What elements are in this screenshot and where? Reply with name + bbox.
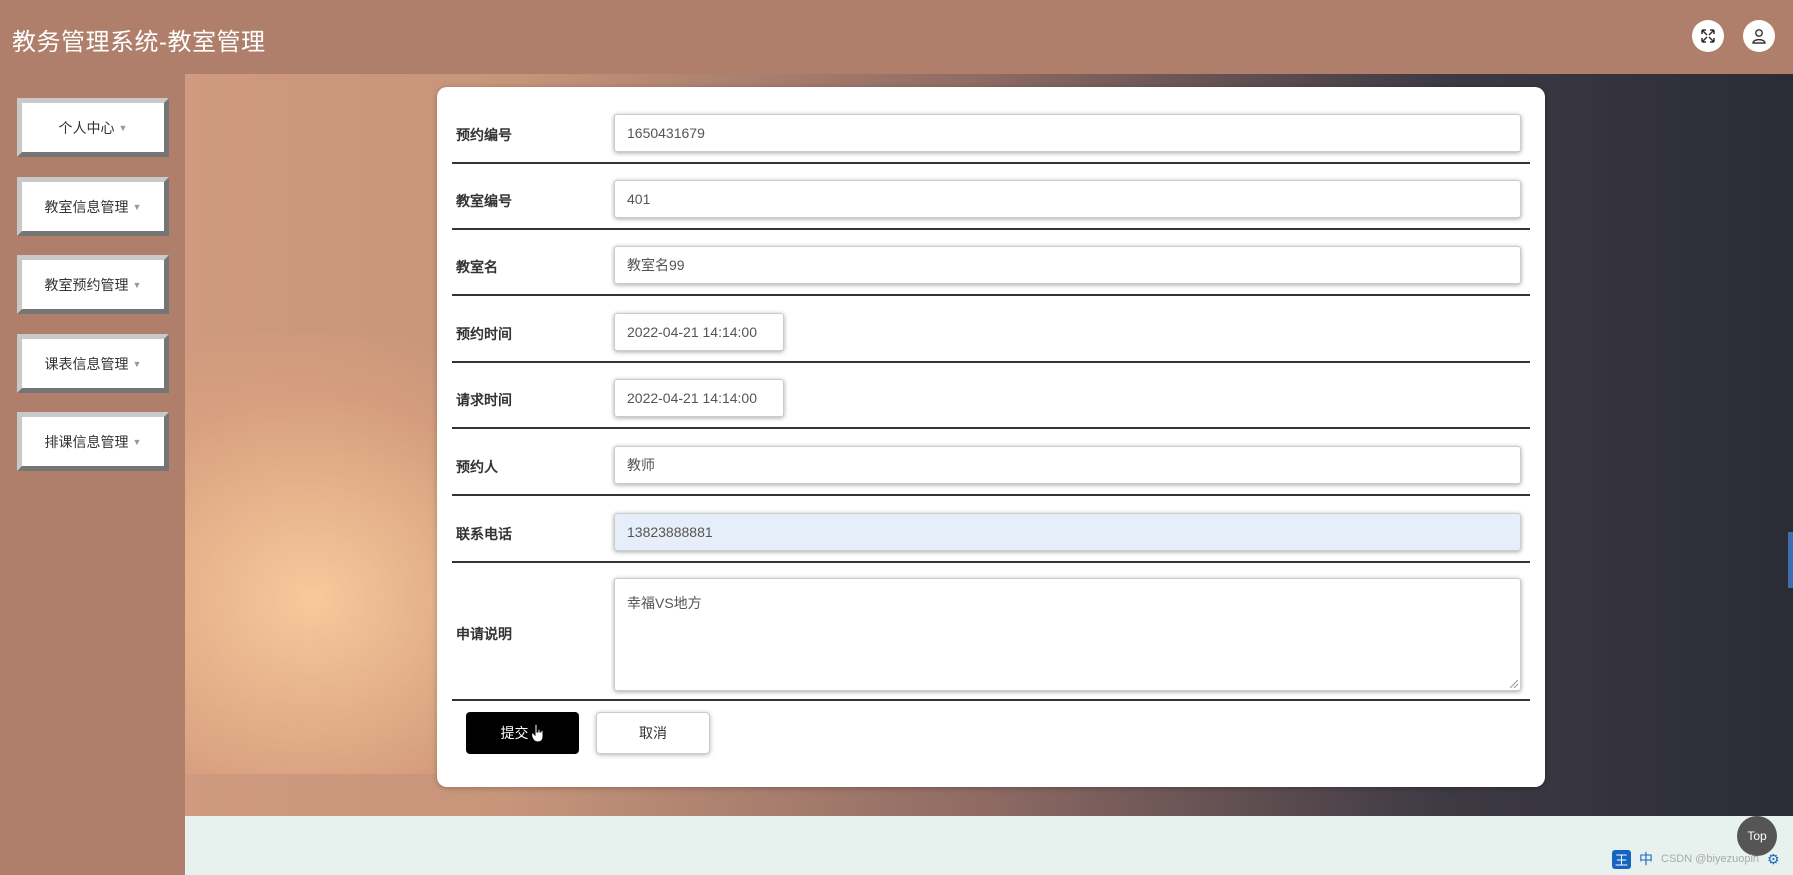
- field-label: 预约时间: [456, 326, 512, 342]
- sidebar-item-personal-center[interactable]: 个人中心 ▼: [17, 98, 169, 157]
- description-textarea[interactable]: 幸福VS地方: [614, 578, 1521, 691]
- form-row-request-time: 请求时间 2022-04-21 14:14:00: [452, 363, 1530, 429]
- form-row-description: 申请说明 幸福VS地方: [452, 563, 1530, 701]
- header-bar: 教务管理系统-教室管理: [0, 0, 1793, 74]
- field-label: 教室名: [456, 259, 498, 275]
- booking-time-input[interactable]: 2022-04-21 14:14:00: [614, 313, 784, 351]
- caret-down-icon: ▼: [132, 358, 142, 369]
- system-tray: 王 中 CSDN @biyezuopin ⚙: [1612, 848, 1780, 870]
- watermark-text: CSDN @biyezuopin: [1661, 853, 1760, 865]
- description-text: 幸福VS地方: [627, 595, 702, 611]
- booking-no-input[interactable]: 1650431679: [614, 114, 1521, 152]
- sidebar-item-timetable-info[interactable]: 课表信息管理 ▼: [17, 334, 169, 393]
- booker-input[interactable]: 教师: [614, 446, 1521, 484]
- form-row-booker: 预约人 教师: [452, 429, 1530, 496]
- app-title: 教务管理系统-教室管理: [12, 29, 266, 56]
- sidebar-item-label: 课表信息管理: [44, 355, 129, 372]
- cancel-button[interactable]: 取消: [596, 712, 710, 754]
- sidebar-item-scheduling-info[interactable]: 排课信息管理 ▼: [17, 412, 169, 471]
- user-menu-button[interactable]: [1743, 20, 1775, 52]
- ime-logo-icon[interactable]: 王: [1612, 849, 1632, 869]
- classroom-name-input[interactable]: 教室名99: [614, 246, 1521, 284]
- caret-down-icon: ▼: [132, 201, 142, 212]
- footer-strip: [185, 816, 1793, 875]
- field-label: 预约编号: [456, 127, 512, 143]
- form-row-phone: 联系电话 13823888881: [452, 496, 1530, 563]
- resize-handle-icon[interactable]: [1510, 680, 1518, 688]
- fullscreen-button[interactable]: [1692, 20, 1724, 52]
- submit-label: 提交: [500, 725, 529, 741]
- field-label: 请求时间: [456, 392, 512, 408]
- caret-down-icon: ▼: [118, 122, 128, 133]
- settings-icon[interactable]: ⚙: [1767, 851, 1780, 868]
- form-row-booking-time: 预约时间 2022-04-21 14:14:00: [452, 296, 1530, 363]
- caret-down-icon: ▼: [132, 436, 142, 447]
- booking-form: 预约编号 1650431679 教室编号 401 教室名 教室名99 预约时间 …: [437, 87, 1545, 787]
- field-label: 教室编号: [456, 193, 512, 209]
- form-row-booking-no: 预约编号 1650431679: [452, 87, 1530, 164]
- field-label: 预约人: [456, 459, 498, 475]
- phone-input[interactable]: 13823888881: [614, 513, 1521, 551]
- field-label: 联系电话: [456, 526, 512, 542]
- sidebar: 个人中心 ▼ 教室信息管理 ▼ 教室预约管理 ▼ 课表信息管理 ▼ 排课信息管理 ▼: [0, 74, 185, 875]
- user-icon: [1752, 29, 1766, 44]
- side-tab[interactable]: [1788, 532, 1793, 588]
- sidebar-item-label: 排课信息管理: [44, 433, 129, 450]
- submit-button[interactable]: 提交: [466, 712, 579, 754]
- sidebar-item-classroom-booking[interactable]: 教室预约管理 ▼: [17, 255, 169, 314]
- form-row-classroom-name: 教室名 教室名99: [452, 230, 1530, 296]
- caret-down-icon: ▼: [132, 279, 142, 290]
- hand-cursor-icon: [530, 723, 543, 743]
- sidebar-item-label: 个人中心: [58, 119, 115, 136]
- form-row-classroom-no: 教室编号 401: [452, 164, 1530, 230]
- field-label: 申请说明: [456, 626, 512, 642]
- sidebar-item-classroom-info[interactable]: 教室信息管理 ▼: [17, 177, 169, 236]
- ime-mode-toggle[interactable]: 中: [1639, 849, 1653, 869]
- sidebar-item-label: 教室信息管理: [44, 198, 129, 215]
- expand-icon: [1701, 29, 1715, 43]
- request-time-input[interactable]: 2022-04-21 14:14:00: [614, 379, 784, 417]
- sidebar-item-label: 教室预约管理: [44, 276, 129, 293]
- classroom-no-input[interactable]: 401: [614, 180, 1521, 218]
